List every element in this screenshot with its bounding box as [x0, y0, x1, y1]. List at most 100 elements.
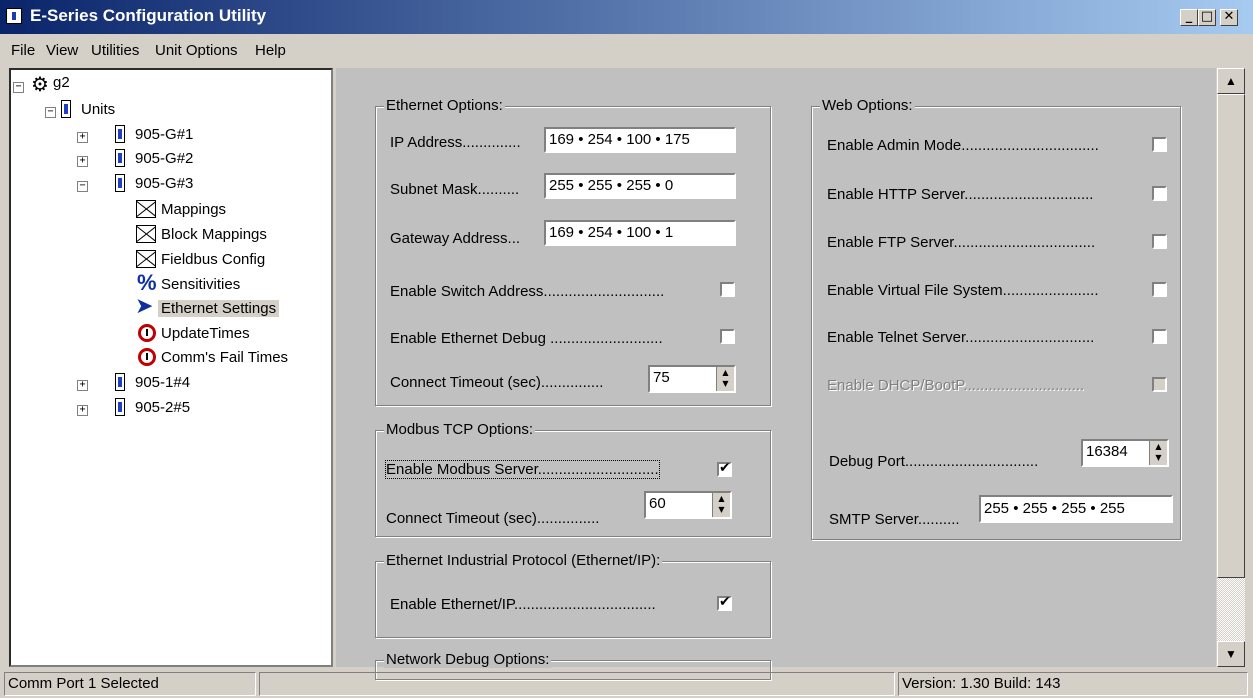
menu-file[interactable]: File: [11, 42, 35, 59]
ip-address-field[interactable]: 169 • 254 • 100 • 175: [544, 127, 736, 153]
minimize-button[interactable]: _: [1180, 9, 1198, 26]
menu-view[interactable]: View: [46, 42, 78, 59]
enable-http-server-checkbox[interactable]: [1152, 186, 1167, 201]
tree-block-mappings[interactable]: Block Mappings: [161, 226, 267, 243]
tree-unit-1[interactable]: 905-G#1: [135, 126, 193, 143]
tree-fieldbus-config[interactable]: Fieldbus Config: [161, 251, 265, 268]
maximize-button[interactable]: □: [1198, 9, 1216, 26]
close-button[interactable]: ✕: [1220, 9, 1238, 26]
expand-icon[interactable]: +: [77, 132, 88, 143]
web-options-legend: Web Options:: [820, 97, 915, 114]
smtp-server-field[interactable]: 255 • 255 • 255 • 255: [979, 495, 1173, 523]
connect-timeout-spinner[interactable]: 75 ▲ ▼: [648, 365, 736, 393]
units-icon: [61, 100, 71, 118]
enable-http-server-label: Enable HTTP Server......................…: [827, 186, 1094, 203]
ip-address-label: IP Address..............: [390, 134, 521, 151]
menu-unit-options[interactable]: Unit Options: [155, 42, 238, 59]
mappings-icon: [136, 200, 156, 218]
ethernet-ip-group: Ethernet Industrial Protocol (Ethernet/I…: [375, 552, 771, 638]
tree-root[interactable]: g2: [53, 74, 70, 91]
app-icon[interactable]: [6, 8, 22, 24]
enable-admin-mode-checkbox[interactable]: [1152, 137, 1167, 152]
spin-updown-icon[interactable]: ▲ ▼: [1149, 441, 1167, 465]
debug-port-label: Debug Port..............................…: [829, 453, 1039, 470]
subnet-mask-field[interactable]: 255 • 255 • 255 • 0: [544, 173, 736, 199]
tree-comm-fail-times[interactable]: Comm's Fail Times: [161, 349, 288, 366]
gateway-address-field[interactable]: 169 • 254 • 100 • 1: [544, 220, 736, 246]
modbus-connect-timeout-label: Connect Timeout (sec)...............: [386, 510, 600, 527]
arrow-icon: ➤: [135, 293, 154, 318]
enable-virtual-file-system-label: Enable Virtual File System..............…: [827, 282, 1099, 299]
network-icon: ⚙: [31, 74, 49, 96]
expand-icon[interactable]: +: [77, 380, 88, 391]
scroll-down-icon[interactable]: ▼: [1217, 641, 1245, 667]
vertical-scrollbar[interactable]: ▲ ▼: [1217, 68, 1245, 667]
tree-update-times[interactable]: UpdateTimes: [161, 325, 250, 342]
unit-icon: [115, 149, 125, 167]
spin-updown-icon[interactable]: ▲ ▼: [716, 367, 734, 391]
enable-ftp-server-label: Enable FTP Server.......................…: [827, 234, 1096, 251]
unit-icon: [115, 174, 125, 192]
enable-switch-address-label: Enable Switch Address...................…: [390, 283, 665, 300]
enable-switch-address-checkbox[interactable]: [720, 282, 735, 297]
enable-ethernet-ip-label: Enable Ethernet/IP......................…: [390, 596, 656, 613]
menu-utilities[interactable]: Utilities: [91, 42, 139, 59]
modbus-connect-timeout-spinner[interactable]: 60 ▲ ▼: [644, 491, 732, 519]
ethernet-options-legend: Ethernet Options:: [384, 97, 505, 114]
tree-units[interactable]: Units: [81, 101, 115, 118]
tree-unit-5[interactable]: 905-2#5: [135, 399, 190, 416]
fieldbus-config-icon: [136, 250, 156, 268]
subnet-mask-label: Subnet Mask..........: [390, 181, 520, 198]
menu-help[interactable]: Help: [255, 42, 286, 59]
modbus-options-group: Modbus TCP Options: Enable Modbus Server…: [375, 421, 771, 537]
debug-port-value: 16384: [1086, 443, 1128, 460]
enable-telnet-server-checkbox[interactable]: [1152, 329, 1167, 344]
tree-mappings[interactable]: Mappings: [161, 201, 226, 218]
clock-icon: [138, 348, 156, 366]
ethernet-ip-legend: Ethernet Industrial Protocol (Ethernet/I…: [384, 552, 663, 569]
unit-icon: [115, 373, 125, 391]
enable-ethernet-debug-checkbox[interactable]: [720, 329, 735, 344]
tree-view[interactable]: − ⚙ g2 − Units + 905-G#1 + 905-G#2 − 905…: [9, 68, 333, 667]
enable-virtual-file-system-checkbox[interactable]: [1152, 282, 1167, 297]
collapse-icon[interactable]: −: [13, 82, 24, 93]
scroll-up-icon[interactable]: ▲: [1217, 68, 1245, 94]
collapse-icon[interactable]: −: [45, 107, 56, 118]
enable-ethernet-debug-label: Enable Ethernet Debug ..................…: [390, 330, 663, 347]
smtp-server-label: SMTP Server..........: [829, 511, 960, 528]
settings-panel: Ethernet Options: IP Address............…: [336, 68, 1216, 680]
enable-dhcp-bootp-label: Enable DHCP/BootP.......................…: [827, 377, 1085, 394]
enable-modbus-server-label: Enable Modbus Server....................…: [385, 460, 660, 479]
spin-updown-icon[interactable]: ▲ ▼: [712, 493, 730, 517]
block-mappings-icon: [136, 225, 156, 243]
modbus-connect-timeout-value: 60: [649, 495, 666, 512]
enable-ethernet-ip-checkbox[interactable]: [717, 594, 732, 611]
ethernet-options-group: Ethernet Options: IP Address............…: [375, 97, 771, 406]
scroll-thumb[interactable]: [1217, 94, 1245, 578]
enable-modbus-server-checkbox[interactable]: [717, 460, 732, 477]
network-debug-legend: Network Debug Options:: [384, 651, 552, 668]
tree-sensitivities[interactable]: Sensitivities: [161, 276, 240, 293]
enable-dhcp-bootp-checkbox: [1152, 377, 1167, 392]
enable-admin-mode-label: Enable Admin Mode.......................…: [827, 137, 1099, 154]
unit-icon: [115, 125, 125, 143]
window-title: E-Series Configuration Utility: [30, 6, 267, 25]
tree-unit-4[interactable]: 905-1#4: [135, 374, 190, 391]
status-left: Comm Port 1 Selected: [4, 672, 256, 696]
status-version: Version: 1.30 Build: 143: [898, 672, 1248, 696]
debug-port-spinner[interactable]: 16384 ▲ ▼: [1081, 439, 1169, 467]
unit-icon: [115, 398, 125, 416]
web-options-group: Web Options: Enable Admin Mode..........…: [811, 97, 1181, 540]
enable-telnet-server-label: Enable Telnet Server....................…: [827, 329, 1095, 346]
collapse-icon[interactable]: −: [77, 181, 88, 192]
tree-unit-3[interactable]: 905-G#3: [135, 175, 193, 192]
modbus-options-legend: Modbus TCP Options:: [384, 421, 536, 438]
expand-icon[interactable]: +: [77, 405, 88, 416]
connect-timeout-value: 75: [653, 369, 670, 386]
expand-icon[interactable]: +: [77, 156, 88, 167]
status-middle: [259, 672, 895, 696]
tree-ethernet-settings[interactable]: Ethernet Settings: [158, 300, 280, 317]
gateway-address-label: Gateway Address...: [390, 230, 521, 247]
enable-ftp-server-checkbox[interactable]: [1152, 234, 1167, 249]
tree-unit-2[interactable]: 905-G#2: [135, 150, 193, 167]
